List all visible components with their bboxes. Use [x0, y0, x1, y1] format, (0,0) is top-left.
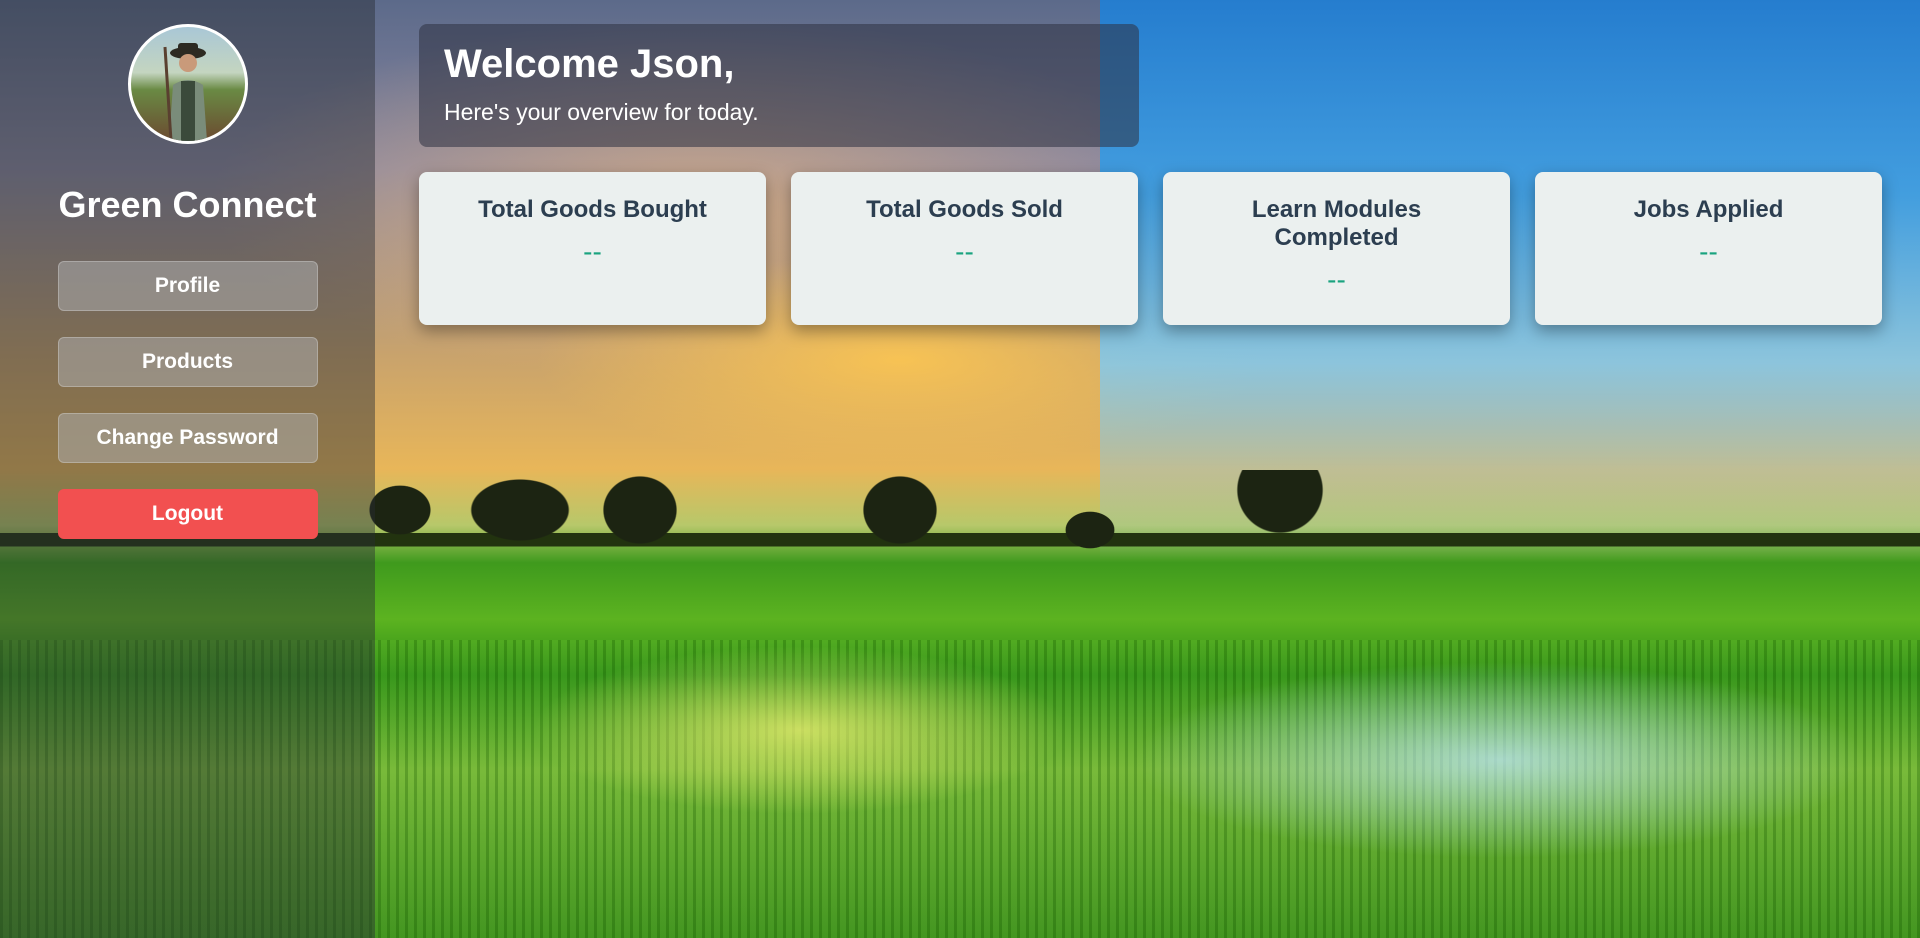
stat-card-value: -- — [1327, 264, 1346, 295]
stat-card-title: Total Goods Sold — [866, 196, 1063, 223]
stat-card-learn-modules: Learn Modules Completed -- — [1163, 172, 1510, 325]
stat-card-value: -- — [955, 236, 974, 267]
welcome-panel: Welcome Json, Here's your overview for t… — [419, 24, 1139, 147]
logout-button[interactable]: Logout — [57, 489, 318, 539]
change-password-button[interactable]: Change Password — [57, 413, 318, 463]
stat-card-value: -- — [1699, 236, 1718, 267]
stat-card-title: Learn Modules Completed — [1251, 196, 1422, 251]
avatar[interactable] — [127, 24, 248, 144]
stat-card-goods-bought: Total Goods Bought -- — [419, 172, 766, 325]
welcome-subtitle: Here's your overview for today. — [444, 99, 759, 125]
sidebar: Green Connect Profile Products Change Pa… — [0, 0, 375, 938]
stat-card-title: Total Goods Bought — [478, 196, 707, 223]
stat-card-value: -- — [583, 236, 602, 267]
profile-button[interactable]: Profile — [57, 261, 318, 311]
stats-cards: Total Goods Bought -- Total Goods Sold -… — [419, 172, 1883, 325]
welcome-heading: Welcome Json, — [444, 42, 735, 86]
stat-card-title: Jobs Applied — [1633, 196, 1784, 223]
app-title: Green Connect — [58, 184, 317, 225]
sidebar-nav: Profile Products Change Password Logout — [57, 261, 318, 539]
farmer-avatar-icon — [163, 43, 207, 141]
products-button[interactable]: Products — [57, 337, 318, 387]
stat-card-jobs-applied: Jobs Applied -- — [1535, 172, 1882, 325]
stat-card-goods-sold: Total Goods Sold -- — [791, 172, 1138, 325]
